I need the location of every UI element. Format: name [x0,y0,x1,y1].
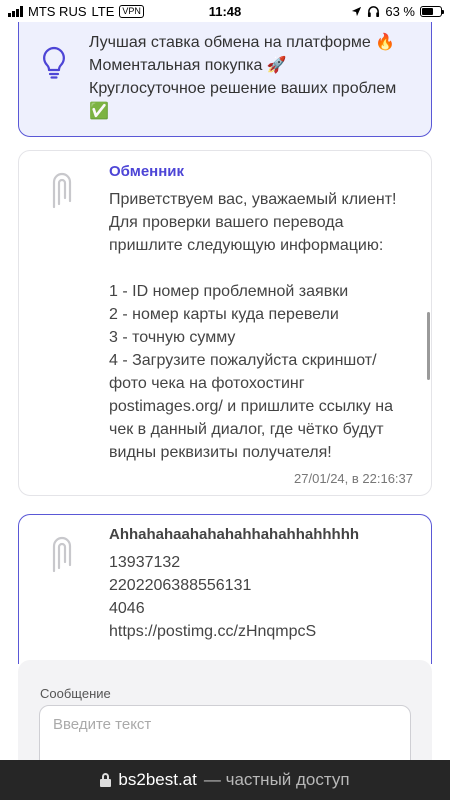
url-description: — частный доступ [203,770,350,789]
signal-icon [8,5,23,17]
reply-sender: Ahhahahaahahahahhahahhahhhhh [109,526,360,543]
brand-logo-icon [52,172,72,209]
operator-message-card: Обменник Приветствуем вас, уважаемый кли… [18,150,432,496]
user-reply-card: Ahhahahaahahahahhahahhahhhhh 13937132 22… [18,514,432,664]
promo-line: Моментальная покупка 🚀 [89,57,287,74]
composer-label: Сообщение [40,686,111,701]
promo-line: Круглосуточное решение ваших проблем [89,80,397,97]
reply-text: 13937132 2202206388556131 4046 https://p… [109,554,317,640]
lightbulb-icon [43,46,65,79]
battery-percent: 63 % [385,3,415,19]
status-bar-left: MTS RUS LTE VPN [8,4,144,19]
message-text: Приветствуем вас, уважаемый клиент! Для … [109,191,397,461]
url-domain: bs2best.at [118,770,197,789]
brand-logo-icon [52,536,72,573]
promo-card: Лучшая ставка обмена на платформе 🔥 Моме… [18,8,432,137]
browser-url-bar[interactable]: bs2best.at — частный доступ [0,760,450,800]
location-arrow-icon [352,6,362,16]
battery-fill [422,7,434,15]
message-sender: Обменник [109,163,185,180]
battery-icon [420,5,444,17]
promo-line: ✅ [89,103,109,120]
promo-text: Лучшая ставка обмена на платформе 🔥 Моме… [89,31,396,123]
vpn-badge: VPN [119,4,144,18]
network-label: LTE [91,3,115,19]
promo-line: Лучшая ставка обмена на платформе 🔥 [89,34,396,51]
lock-icon [100,773,112,787]
carrier-label: MTS RUS [28,3,87,19]
status-bar-right: 63 % [351,3,444,19]
message-timestamp: 27/01/24, в 22:16:37 [294,471,413,486]
status-bar: MTS RUS LTE VPN 11:48 63 % [0,0,450,22]
scrollbar[interactable] [427,312,430,380]
headphones-icon [368,6,380,17]
